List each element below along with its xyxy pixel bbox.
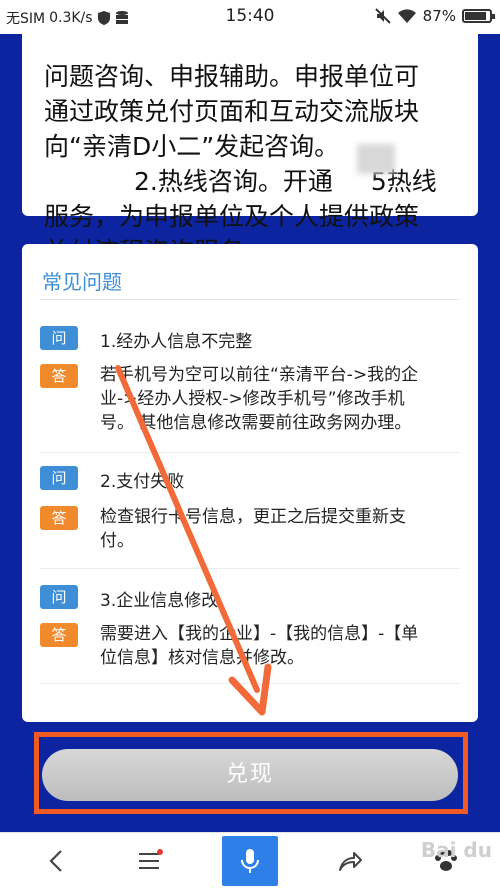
divider	[40, 452, 460, 453]
menu-icon	[139, 849, 163, 869]
divider	[40, 568, 460, 569]
answer-line: 业->经办人授权->修改手机号”修改手机	[100, 389, 405, 409]
battery-percent: 87%	[422, 7, 456, 25]
policy-line: 服务，为申报单位及个人提供政策	[44, 202, 420, 231]
policy-line: 向“亲清D小二”发起咨询。	[44, 132, 340, 161]
answer-line: 号。 其他信息修改需要前往政务网办理。	[100, 413, 412, 433]
chevron-left-icon	[49, 850, 62, 872]
divider	[40, 683, 460, 684]
policy-line: 问题咨询、申报辅助。申报单位可	[44, 62, 420, 91]
question-tag: 问	[40, 466, 78, 490]
faq-title: 常见问题	[42, 270, 122, 294]
policy-line: 2.热线咨询。开通 5热线	[44, 164, 464, 199]
menu-button[interactable]	[122, 833, 178, 889]
microphone-icon	[241, 849, 259, 873]
answer-tag: 答	[40, 623, 78, 647]
faq-question: 1.经办人信息不完整	[100, 332, 253, 352]
answer-line: 付。	[100, 531, 134, 551]
back-button[interactable]	[28, 833, 84, 889]
share-button[interactable]	[322, 833, 378, 889]
voice-button[interactable]	[222, 836, 278, 886]
status-right: 87%	[374, 7, 495, 25]
hotline-label: 2.热线咨询。开通	[134, 167, 333, 196]
mute-icon	[374, 8, 391, 24]
answer-line: 若手机号为空可以前往“亲清平台->我的企	[100, 365, 419, 385]
answer-line: 位信息】核对信息并修改。	[100, 648, 304, 668]
policy-info-card: 问题咨询、申报辅助。申报单位可 通过政策兑付页面和互动交流版块 向“亲清D小二”…	[22, 34, 478, 266]
redaction-blur	[357, 144, 395, 174]
share-icon	[339, 852, 362, 871]
faq-card: 常见问题 问 1.经办人信息不完整 答 若手机号为空可以前往“亲清平台->我的企…	[22, 244, 478, 722]
faq-answer: 需要进入【我的企业】-【我的信息】-【单 位信息】核对信息并修改。	[100, 622, 460, 670]
cut-line	[44, 24, 464, 59]
divider	[40, 299, 460, 300]
faq-question: 3.企业信息修改	[100, 591, 219, 611]
faq-answer: 若手机号为空可以前往“亲清平台->我的企 业->经办人授权->修改手机号”修改手…	[100, 363, 460, 435]
answer-tag: 答	[40, 364, 78, 388]
baidu-watermark: Bai du	[420, 838, 492, 862]
answer-line: 检查银行卡号信息，更正之后提交重新支	[100, 507, 406, 527]
policy-line: 通过政策兑付页面和互动交流版块	[44, 97, 420, 126]
battery-icon	[462, 9, 495, 23]
question-tag: 问	[40, 326, 78, 350]
wifi-icon	[397, 9, 416, 23]
faq-question: 2.支付失败	[100, 472, 185, 492]
faq-answer: 检查银行卡号信息，更正之后提交重新支 付。	[100, 505, 460, 553]
redeem-button[interactable]: 兑现	[42, 749, 458, 801]
policy-text: 问题咨询、申报辅助。申报单位可 通过政策兑付页面和互动交流版块 向“亲清D小二”…	[44, 24, 464, 269]
question-tag: 问	[40, 585, 78, 609]
answer-tag: 答	[40, 506, 78, 530]
answer-line: 需要进入【我的企业】-【我的信息】-【单	[100, 624, 419, 644]
